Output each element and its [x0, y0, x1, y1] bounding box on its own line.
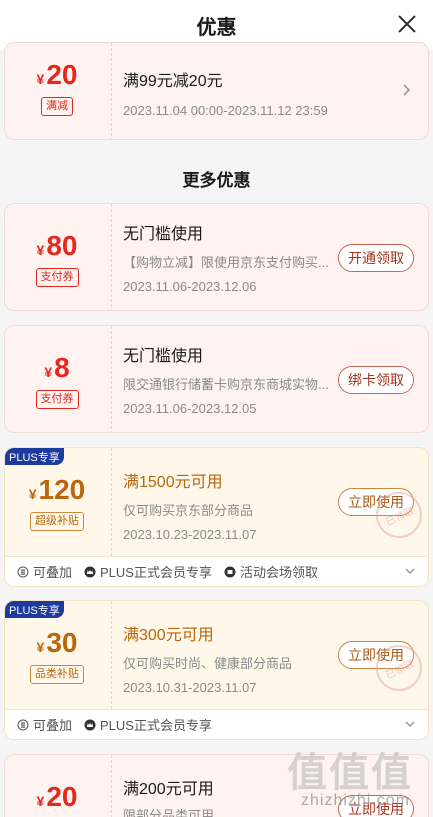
page-title: 优惠: [196, 16, 237, 39]
coupon-features: 可叠加 PLUS正式会员专享: [5, 709, 428, 739]
coupon-amount: ¥30: [36, 627, 78, 658]
coupon-card-plus[interactable]: PLUS专享 ¥120 超级补贴 满1500元可用 仅可购买京东部分商品 202…: [4, 447, 429, 587]
feature-label: PLUS正式会员专享: [100, 718, 212, 733]
coupon-title: 满300元可用: [123, 627, 214, 644]
bind-card-button[interactable]: 绑卡领取: [338, 366, 414, 394]
coupon-tag: 超级补贴: [30, 512, 84, 531]
crown-icon: [84, 566, 96, 577]
coupon-amount: ¥20: [36, 59, 78, 90]
coupon-card[interactable]: ¥80 支付券 无门槛使用 【购物立减】限使用京东支付购买... 2023.11…: [4, 203, 429, 311]
feature-label: 可叠加: [33, 565, 73, 580]
coupon-card-top[interactable]: ¥20 满减 满99元减20元 2023.11.04 00:00-2023.11…: [4, 42, 429, 140]
coupon-amount: ¥80: [36, 230, 78, 261]
coupon-title: 满200元可用: [123, 781, 214, 798]
coupon-desc: 仅可购买时尚、健康部分商品: [123, 656, 293, 671]
coupon-amount: ¥120: [28, 474, 86, 505]
coupon-desc: 限交通银行储蓄卡购京东商城实物...: [123, 377, 329, 392]
coupon-card[interactable]: ¥8 支付券 无门槛使用 限交通银行储蓄卡购京东商城实物... 2023.11.…: [4, 325, 429, 433]
plus-badge: PLUS专享: [5, 601, 64, 618]
stack-icon: [17, 566, 29, 577]
coupon-card-plus[interactable]: PLUS专享 ¥30 品类补贴 满300元可用 仅可购买时尚、健康部分商品 20…: [4, 600, 429, 740]
coupon-tag: 支付券: [35, 268, 79, 287]
coupon-desc: 【购物立减】限使用京东支付购买...: [123, 255, 329, 270]
coupon-date: 2023.10.31-2023.11.07: [123, 680, 257, 695]
venue-icon: [224, 566, 236, 577]
section-title-more: 更多优惠: [182, 171, 251, 190]
coupon-title: 满99元减20元: [123, 73, 223, 90]
crown-icon: [84, 719, 96, 730]
coupon-date: 2023.10.23-2023.11.07: [123, 527, 257, 542]
close-button[interactable]: [395, 12, 419, 36]
coupon-desc: 限部分品类可用: [123, 808, 215, 817]
claim-button[interactable]: 开通领取: [338, 244, 414, 272]
coupon-tag: 品类补贴: [30, 665, 84, 684]
coupon-title: 满1500元可用: [123, 474, 223, 491]
feature-label: 活动会场领取: [239, 565, 318, 580]
use-now-button[interactable]: 立即使用: [338, 795, 414, 817]
coupon-date: 2023.11.06-2023.12.05: [123, 401, 257, 416]
plus-badge: PLUS专享: [5, 448, 64, 465]
chevron-right-icon[interactable]: [402, 83, 412, 97]
coupon-tag: 满减: [41, 97, 73, 116]
chevron-down-icon[interactable]: [404, 567, 416, 575]
chevron-down-icon[interactable]: [404, 720, 416, 728]
coupon-desc: 仅可购买京东部分商品: [123, 503, 254, 518]
coupon-tag: 支付券: [35, 390, 79, 409]
coupon-card[interactable]: ¥20 满200元可用 限部分品类可用 立即使用: [4, 754, 429, 817]
feature-label: PLUS正式会员专享: [100, 565, 212, 580]
stack-icon: [17, 719, 29, 730]
coupon-date: 2023.11.06-2023.12.06: [123, 279, 257, 294]
coupon-title: 无门槛使用: [123, 348, 204, 365]
coupon-title: 无门槛使用: [123, 226, 204, 243]
coupon-features: 可叠加 PLUS正式会员专享 活动会场领取: [5, 556, 428, 586]
coupon-date: 2023.11.04 00:00-2023.11.12 23:59: [123, 103, 328, 118]
close-icon: [398, 15, 416, 33]
coupon-amount: ¥20: [36, 781, 78, 812]
feature-label: 可叠加: [33, 718, 73, 733]
coupon-amount: ¥8: [44, 352, 70, 383]
